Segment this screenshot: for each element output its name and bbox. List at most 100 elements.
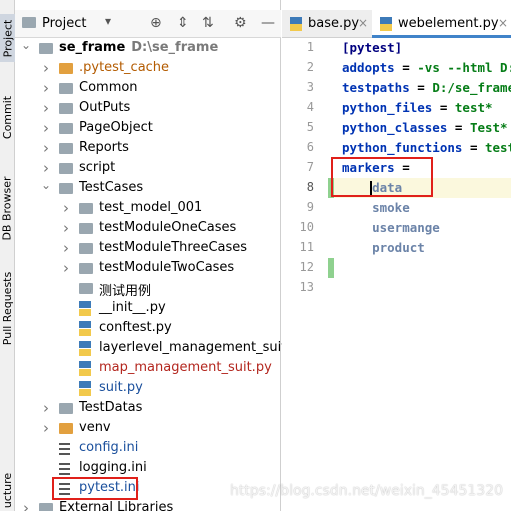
structure-tool-tab-label: ucture: [1, 472, 15, 508]
gear-icon[interactable]: ⚙: [234, 15, 247, 31]
folder-icon: [59, 403, 73, 414]
project-view-title[interactable]: Project: [42, 16, 86, 31]
chevron-right-icon[interactable]: ›: [41, 139, 51, 157]
chevron-right-icon[interactable]: ›: [41, 99, 51, 117]
commit-tool-tab[interactable]: Commit: [0, 92, 15, 142]
tab-base-py[interactable]: base.py ×: [282, 10, 372, 38]
chevron-right-icon[interactable]: ›: [61, 239, 71, 257]
code-token: =: [447, 120, 470, 135]
code-line: python_files = test*: [342, 100, 493, 115]
editor-tabs: base.py × webelement.py ×: [282, 10, 511, 38]
tree-item-name: 测试用例: [99, 284, 152, 299]
chevron-right-icon[interactable]: ›: [61, 219, 71, 237]
tree-item[interactable]: › OutPuts: [15, 99, 281, 119]
folder-icon: [22, 17, 36, 28]
tree-item-label: TestCases: [79, 180, 143, 195]
line-number: 2: [306, 60, 314, 74]
chevron-right-icon[interactable]: ›: [41, 79, 51, 97]
code-line: smoke: [342, 200, 410, 215]
line-number: 13: [299, 280, 314, 294]
line-number: 3: [306, 80, 314, 94]
chevron-down-icon[interactable]: ⌄: [21, 38, 31, 52]
tool-window-strip: Project Commit DB Browser Pull Requests …: [0, 0, 15, 511]
folder-icon: [59, 183, 73, 194]
tree-item[interactable]: › PageObject: [15, 119, 281, 139]
tree-item[interactable]: › script: [15, 159, 281, 179]
tree-item[interactable]: › testModuleOneCases: [15, 219, 281, 239]
python-file-icon: [79, 361, 91, 376]
hide-panel-icon[interactable]: —: [261, 15, 275, 31]
tree-item-name: Reports: [79, 140, 129, 155]
line-number: 11: [299, 240, 314, 254]
code-token: product: [342, 240, 425, 255]
chevron-down-icon[interactable]: ⌄: [41, 178, 51, 192]
code-line: product: [342, 240, 425, 255]
tree-item[interactable]: › TestDatas: [15, 399, 281, 419]
line-number-gutter: 1 2 3 4 5 6 7 8 9 10 11 12 13: [282, 38, 334, 511]
tree-item-name: suit.py: [99, 380, 143, 395]
chevron-right-icon[interactable]: ›: [41, 119, 51, 137]
tree-item[interactable]: ⌄ TestCases: [15, 178, 281, 199]
tree-item-name: conftest.py: [99, 320, 172, 335]
chevron-right-icon[interactable]: ›: [41, 419, 51, 437]
close-icon[interactable]: ×: [498, 16, 508, 30]
tree-item-label: conftest.py: [99, 320, 172, 335]
tree-item[interactable]: › .pytest_cache: [15, 59, 281, 79]
code-token: =: [394, 60, 418, 75]
vcs-change-marker: [328, 258, 334, 278]
collapse-all-icon[interactable]: ⇅: [202, 15, 214, 31]
project-panel-header: Project ▾ ⊕ ⇕ ⇅ ⚙ —: [15, 10, 281, 38]
pull-requests-tool-tab-label: Pull Requests: [1, 271, 14, 345]
tree-item[interactable]: › venv: [15, 419, 281, 439]
tree-item-label: Reports: [79, 140, 129, 155]
chevron-right-icon[interactable]: ›: [41, 399, 51, 417]
tree-item[interactable]: conftest.py: [15, 319, 281, 339]
chevron-right-icon[interactable]: ›: [21, 499, 31, 511]
tree-item[interactable]: › External Libraries: [15, 499, 281, 511]
tree-item[interactable]: map_management_suit.py: [15, 359, 281, 379]
locate-file-icon[interactable]: ⊕: [150, 15, 162, 31]
tree-item[interactable]: __init__.py: [15, 299, 281, 319]
tree-item[interactable]: › Reports: [15, 139, 281, 159]
ini-file-icon: [59, 443, 70, 455]
tree-item-label: config.ini: [79, 440, 138, 455]
code-token: python_functions: [342, 140, 463, 155]
tree-item[interactable]: › testModuleTwoCases: [15, 259, 281, 279]
pull-requests-tool-tab[interactable]: Pull Requests: [0, 268, 15, 348]
highlight-box-markers: [331, 157, 433, 197]
tree-item[interactable]: layerlevel_management_suit.py: [15, 339, 306, 359]
line-number: 8: [306, 180, 314, 194]
tree-item-name: testModuleOneCases: [99, 220, 237, 235]
tree-item-name: Common: [79, 80, 138, 95]
tree-item-label: PageObject: [79, 120, 153, 135]
tree-item-name: config.ini: [79, 440, 139, 455]
tree-item[interactable]: suit.py: [15, 379, 281, 399]
structure-tool-tab[interactable]: ucture: [0, 470, 15, 510]
chevron-right-icon[interactable]: ›: [61, 259, 71, 277]
chevron-down-icon[interactable]: ▾: [105, 14, 111, 28]
tree-item[interactable]: config.ini: [15, 439, 281, 459]
folder-icon: [79, 283, 93, 294]
close-icon[interactable]: ×: [358, 16, 368, 30]
tab-webelement-py[interactable]: webelement.py ×: [372, 10, 511, 38]
chevron-right-icon[interactable]: ›: [61, 199, 71, 217]
expand-all-icon[interactable]: ⇕: [177, 15, 189, 31]
tree-item-label: se_frame D:\se_frame: [59, 40, 218, 55]
tree-item[interactable]: › test_model_001: [15, 199, 281, 219]
db-browser-tool-tab[interactable]: DB Browser: [0, 168, 15, 248]
tree-item-label: logging.ini: [79, 460, 147, 475]
code-token: usermange: [342, 220, 440, 235]
tree-item-label: map_management_suit.py: [99, 360, 272, 375]
editor-area: base.py × webelement.py × 1 2 3 4 5 6 7 8 9 10 11 1…: [282, 0, 511, 511]
tree-item[interactable]: logging.ini: [15, 459, 281, 479]
tab-label: base.py: [308, 16, 360, 31]
code-token: test*: [485, 140, 511, 155]
chevron-right-icon[interactable]: ›: [41, 159, 51, 177]
tree-item-name: .pytest_cache: [79, 60, 170, 75]
chevron-right-icon[interactable]: ›: [41, 59, 51, 77]
tree-item[interactable]: › Common: [15, 79, 281, 99]
project-tool-tab[interactable]: Project: [0, 14, 15, 62]
tree-item[interactable]: ⌄ se_frame D:\se_frame: [15, 38, 281, 59]
tree-item[interactable]: 测试用例: [15, 279, 281, 299]
tree-item[interactable]: › testModuleThreeCases: [15, 239, 281, 259]
